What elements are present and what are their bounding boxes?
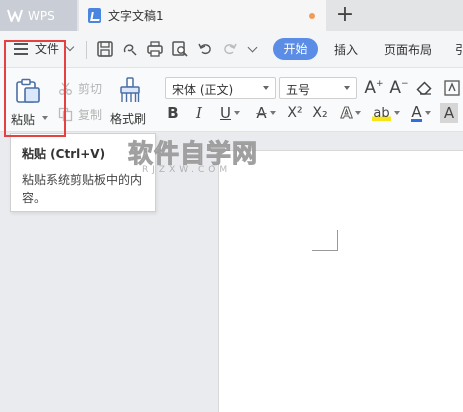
hamburger-menu-icon[interactable] [14,43,28,55]
highlighter-icon: ab [372,105,391,121]
title-bar: WPS 文字文稿1 + [0,0,463,31]
document-page[interactable] [218,150,463,412]
watermark-url: RJZXW.COM [142,165,232,175]
app-name: WPS [28,8,55,23]
tab-references[interactable]: 引 [455,41,463,58]
superscript-button[interactable]: X² [284,103,306,123]
text-effect-button[interactable]: A [337,103,365,123]
tab-home[interactable]: 开始 [273,38,318,60]
shrink-font-icon: A [389,78,402,98]
eraser-icon [415,81,432,95]
underline-button[interactable]: U [216,103,244,123]
character-shading-button[interactable]: A [440,103,458,123]
writer-document-icon [88,8,101,23]
copy-icon [58,107,73,121]
tab-page-layout[interactable]: 页面布局 [384,41,432,58]
redo-icon[interactable] [221,40,239,58]
wps-logo-icon [7,9,23,22]
file-menu-caret-icon[interactable] [65,42,75,52]
toolbar-separator [86,41,87,59]
font-name-value: 宋体 (正文) [172,83,234,97]
document-tab-title: 文字文稿1 [108,9,164,23]
chevron-down-icon [355,111,362,115]
subscript-button[interactable]: X₂ [309,103,331,123]
tab-insert[interactable]: 插入 [334,41,358,58]
underline-icon: U [220,104,231,122]
new-tab-button[interactable]: + [334,2,356,28]
highlight-color-button[interactable]: ab [370,103,402,123]
font-color-button[interactable]: A [407,103,435,123]
shrink-font-button[interactable]: A − [389,78,409,98]
copy-label: 复制 [78,107,103,122]
chevron-down-icon [269,111,276,115]
paste-button[interactable]: 粘贴 [8,74,48,130]
quick-access-customize-icon[interactable] [247,42,258,53]
ribbon-home: 粘贴 剪切 复制 格式刷 宋体 (正文) 五号 A + A − B I U A … [0,68,463,132]
pinyin-guide-button[interactable] [440,78,463,98]
paint-brush-icon [120,77,140,102]
menu-bar: 文件 开始 插入 页面布局 引 [0,31,463,68]
unsaved-dot-icon [309,13,315,19]
chevron-down-icon [263,86,269,90]
grow-font-icon: A [364,78,377,98]
italic-button[interactable]: I [192,103,206,123]
paste-label: 粘贴 [11,113,36,127]
chevron-down-icon [424,111,431,115]
scissors-icon [59,82,72,95]
format-painter-label: 格式刷 [110,112,147,126]
site-watermark: 软件自学网 RJZXW.COM [120,134,260,184]
font-size-select[interactable]: 五号 [279,77,357,99]
font-name-select[interactable]: 宋体 (正文) [165,77,276,99]
clear-format-button[interactable] [414,78,434,98]
chevron-down-icon [393,111,400,115]
paste-options-caret-icon[interactable] [42,116,48,120]
file-menu[interactable]: 文件 [35,40,59,57]
print-preview-icon[interactable] [171,40,189,58]
cut-button[interactable]: 剪切 [58,79,102,97]
text-effect-icon: A [340,104,353,123]
font-color-icon: A [411,102,422,122]
paste-clipboard-icon [16,78,40,103]
cut-label: 剪切 [78,81,103,96]
copy-button[interactable]: 复制 [58,105,102,123]
chevron-down-icon [344,86,350,90]
undo-icon[interactable] [196,40,214,58]
app-tab-wps[interactable]: WPS [0,0,77,31]
strikethrough-icon: A [256,104,267,122]
page-margin-marker [312,230,338,251]
grow-font-button[interactable]: A + [364,78,384,98]
tooltip-title: 粘贴 (Ctrl+V) [22,147,106,161]
document-tab[interactable]: 文字文稿1 [79,0,326,31]
bold-button[interactable]: B [166,103,180,123]
font-size-value: 五号 [286,83,311,97]
pinyin-guide-icon [443,80,460,96]
chevron-down-icon [233,111,240,115]
format-painter-button[interactable]: 格式刷 [108,74,154,128]
print-icon[interactable] [146,40,164,58]
strikethrough-button[interactable]: A [252,103,280,123]
output-pdf-icon[interactable] [121,40,139,58]
save-icon[interactable] [96,40,114,58]
